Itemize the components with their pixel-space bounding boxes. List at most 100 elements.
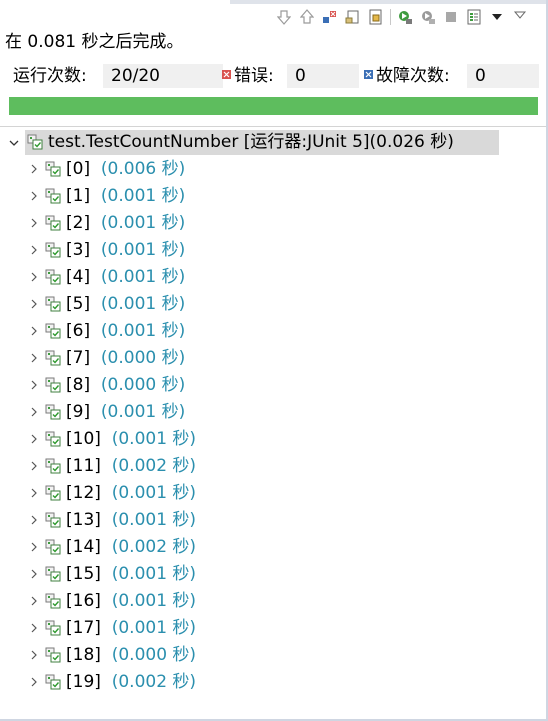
test-case-label: [11] (0.002 秒) <box>66 454 196 478</box>
chevron-right-icon[interactable] <box>29 326 39 336</box>
test-passed-icon <box>45 215 61 231</box>
test-case-index: [15] <box>66 564 101 584</box>
test-case-time: (0.000 秒) <box>100 375 186 395</box>
test-case-label: [8] (0.000 秒) <box>66 373 185 397</box>
failures-label: 故障次数: <box>376 66 450 86</box>
test-case-time: (0.001 秒) <box>111 564 197 584</box>
test-case-label: [15] (0.001 秒) <box>66 562 196 586</box>
stop-icon[interactable] <box>443 9 459 25</box>
chevron-right-icon[interactable] <box>29 353 39 363</box>
previous-failure-icon[interactable] <box>299 9 315 25</box>
test-case-index: [19] <box>66 672 101 692</box>
test-case-index: [12] <box>66 483 101 503</box>
test-case-time: (0.001 秒) <box>111 510 197 530</box>
test-case-index: [11] <box>66 456 101 476</box>
show-skipped-icon[interactable] <box>368 9 384 25</box>
test-case-time: (0.001 秒) <box>100 402 186 422</box>
test-passed-icon <box>45 620 61 636</box>
test-case-index: [4] <box>66 267 91 287</box>
test-case-index: [13] <box>66 510 101 530</box>
test-case-label: [0] (0.006 秒) <box>66 157 185 181</box>
test-passed-icon <box>45 323 61 339</box>
test-case-index: [0] <box>66 159 91 179</box>
view-frame-top <box>0 0 548 4</box>
test-case-time: (0.001 秒) <box>100 321 186 341</box>
next-failure-icon[interactable] <box>276 9 292 25</box>
test-case-label: [5] (0.001 秒) <box>66 292 185 316</box>
chevron-down-icon[interactable] <box>9 138 19 148</box>
test-case-index: [2] <box>66 213 91 233</box>
chevron-right-icon[interactable] <box>29 191 39 201</box>
chevron-right-icon[interactable] <box>29 542 39 552</box>
error-icon <box>222 70 231 79</box>
test-case-time: (0.001 秒) <box>100 186 186 206</box>
label-gap <box>101 510 112 530</box>
history-icon[interactable] <box>466 9 482 25</box>
junit-toolbar <box>276 7 535 27</box>
test-case-label: [12] (0.001 秒) <box>66 481 196 505</box>
test-case-index: [7] <box>66 348 91 368</box>
chevron-right-icon[interactable] <box>29 434 39 444</box>
label-gap <box>101 645 112 665</box>
chevron-right-icon[interactable] <box>29 650 39 660</box>
scroll-lock-icon[interactable] <box>345 9 361 25</box>
test-passed-icon <box>45 404 61 420</box>
runs-value: 20/20 <box>103 64 223 88</box>
test-case-label: [6] (0.001 秒) <box>66 319 185 343</box>
test-case-index: [16] <box>66 591 101 611</box>
test-passed-icon <box>45 350 61 366</box>
chevron-right-icon[interactable] <box>29 623 39 633</box>
test-case-time: (0.002 秒) <box>111 456 197 476</box>
test-case-index: [8] <box>66 375 91 395</box>
test-passed-icon <box>45 485 61 501</box>
chevron-right-icon[interactable] <box>29 164 39 174</box>
test-case-label: [3] (0.001 秒) <box>66 238 185 262</box>
label-gap <box>90 213 101 233</box>
chevron-right-icon[interactable] <box>29 596 39 606</box>
view-menu-icon[interactable] <box>489 9 505 25</box>
label-gap <box>101 456 112 476</box>
chevron-right-icon[interactable] <box>29 407 39 417</box>
test-case-time: (0.001 秒) <box>111 618 197 638</box>
test-case-label: [18] (0.000 秒) <box>66 643 196 667</box>
chevron-right-icon[interactable] <box>29 245 39 255</box>
chevron-right-icon[interactable] <box>29 569 39 579</box>
test-case-label: [10] (0.001 秒) <box>66 427 196 451</box>
label-gap <box>90 348 101 368</box>
chevron-right-icon[interactable] <box>29 218 39 228</box>
finish-status-message: 在 0.081 秒之后完成。 <box>5 32 184 52</box>
chevron-right-icon[interactable] <box>29 515 39 525</box>
test-case-time: (0.000 秒) <box>111 645 197 665</box>
counters-panel: 运行次数: 20/20 错误: 0 故障次数: 0 <box>8 64 539 88</box>
rerun-icon[interactable] <box>397 9 413 25</box>
test-passed-icon <box>45 242 61 258</box>
minimize-icon[interactable] <box>512 9 528 25</box>
test-passed-icon <box>45 593 61 609</box>
runs-label: 运行次数: <box>13 66 87 86</box>
label-gap <box>90 402 101 422</box>
chevron-right-icon[interactable] <box>29 380 39 390</box>
tree-root-label: test.TestCountNumber [运行器:JUnit 5](0.026… <box>48 130 454 155</box>
label-gap <box>90 375 101 395</box>
chevron-right-icon[interactable] <box>29 488 39 498</box>
rerun-failed-first-icon[interactable] <box>420 9 436 25</box>
chevron-right-icon[interactable] <box>29 461 39 471</box>
test-case-time: (0.001 秒) <box>100 213 186 233</box>
label-gap <box>90 267 101 287</box>
failure-icon <box>364 70 373 79</box>
test-case-label: [9] (0.001 秒) <box>66 400 185 424</box>
label-gap <box>90 240 101 260</box>
root-suite-time: (0.026 秒) <box>369 132 454 152</box>
test-case-time: (0.001 秒) <box>100 240 186 260</box>
errors-label: 错误: <box>234 66 274 86</box>
show-failures-only-icon[interactable] <box>322 9 338 25</box>
chevron-right-icon[interactable] <box>29 299 39 309</box>
test-case-label: [19] (0.002 秒) <box>66 670 196 694</box>
test-passed-icon <box>45 161 61 177</box>
test-case-index: [14] <box>66 537 101 557</box>
label-gap <box>90 159 101 179</box>
test-case-time: (0.001 秒) <box>111 483 197 503</box>
chevron-right-icon[interactable] <box>29 677 39 687</box>
chevron-right-icon[interactable] <box>29 272 39 282</box>
label-gap <box>101 564 112 584</box>
